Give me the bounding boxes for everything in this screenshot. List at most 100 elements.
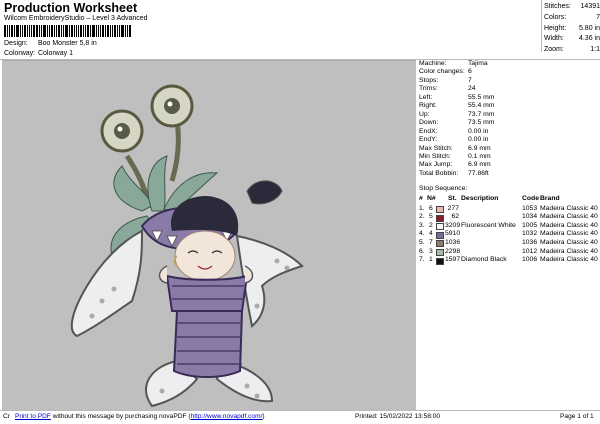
row-num: 6. — [419, 247, 425, 255]
row-code: 1034 — [522, 213, 538, 221]
novapdf-link[interactable]: http://www.novapdf.com/ — [191, 413, 263, 420]
stat-row: Colors: 7 — [544, 13, 600, 24]
barcode-bar — [7, 25, 8, 37]
barcode-bar — [127, 25, 128, 37]
row-code: 1036 — [522, 238, 538, 246]
col-desc: Description — [461, 195, 499, 202]
barcode-bar — [83, 25, 84, 37]
stat-label: Colors: — [544, 13, 567, 21]
print-to-pdf-link[interactable]: Print to PDF — [15, 413, 51, 420]
stat-label: Stitches: — [544, 3, 571, 10]
barcode-bar — [39, 25, 40, 37]
stat-row: Zoom: 1:1 — [544, 45, 600, 56]
row-st: 1036 — [445, 238, 461, 246]
machine-info-row: Color changes: 6 — [419, 68, 494, 76]
row-n: 2 — [429, 221, 433, 229]
row-n: 5 — [429, 213, 433, 221]
row-desc: Diamond Black — [461, 256, 507, 264]
barcode-bar — [22, 25, 23, 37]
machine-info-row: Min Stitch: 0.1 mm — [419, 153, 494, 161]
barcode-bar — [58, 25, 60, 37]
row-num: 4. — [419, 230, 425, 238]
machine-info-row: Down: 73.5 mm — [419, 119, 494, 127]
row-brand: Madeira Classic 40 — [540, 221, 598, 229]
row-brand: Madeira Classic 40 — [540, 256, 598, 264]
col-code: Code — [522, 195, 539, 202]
barcode-bar — [114, 25, 116, 37]
barcode-bar — [76, 25, 77, 37]
stat-label: Width: — [544, 35, 564, 43]
info-value: 55.4 mm — [468, 102, 495, 110]
row-st: 3209 — [445, 221, 461, 229]
footer-message: Print to PDF without this message by pur… — [15, 413, 265, 420]
info-label: Up: — [419, 110, 430, 118]
stop-sequence-header: # N# St. Description Code Brand — [419, 195, 599, 204]
stop-sequence-row: 7. 1 1597 Diamond Black 1006 Madeira Classic … — [419, 256, 599, 265]
colorway-label: Colorway: — [4, 50, 36, 57]
info-value: 77.86ft — [468, 169, 489, 177]
barcode-bar — [96, 25, 97, 37]
design-value: Boo Monster 5,8 in — [37, 40, 97, 47]
machine-info-row: Max Stitch: 6.9 mm — [419, 145, 494, 153]
machine-info-row: Max Jump: 6.9 mm — [419, 161, 494, 169]
info-label: Total Bobbin: — [419, 169, 459, 177]
row-brand: Madeira Classic 40 — [540, 213, 598, 221]
barcode-bar — [112, 25, 113, 37]
color-swatch — [436, 223, 444, 231]
col-st: St. — [448, 195, 457, 202]
stop-sequence-row: 6. 3 2298 1012 Madeira Classic 40 — [419, 247, 599, 256]
design-preview — [2, 60, 416, 411]
info-value: 73.5 mm — [468, 119, 495, 127]
barcode-bar — [98, 25, 99, 37]
info-label: Stops: — [419, 76, 439, 84]
stat-label: Height: — [544, 24, 567, 32]
row-n: 7 — [429, 238, 433, 246]
info-value: 0.00 in — [468, 127, 489, 135]
stop-sequence-row: 5. 7 1036 1036 Madeira Classic 40 — [419, 239, 599, 248]
machine-info-row: Right: 55.4 mm — [419, 102, 494, 110]
stat-row: Stitches: 14391 — [544, 2, 600, 13]
barcode-bar — [49, 25, 50, 37]
row-st: 277 — [447, 204, 459, 212]
barcode-bar — [105, 25, 106, 37]
row-st: 2298 — [445, 247, 461, 255]
stop-sequence-row: 2. 5 62 1034 Madeira Classic 40 — [419, 213, 599, 222]
barcode-bar — [54, 25, 55, 37]
row-n: 6 — [429, 204, 433, 212]
design-label: Design: — [4, 40, 28, 47]
row-code: 1032 — [522, 230, 538, 238]
machine-info-row: Stops: 7 — [419, 77, 494, 85]
row-num: 7. — [419, 256, 425, 264]
info-label: EndY: — [419, 136, 438, 144]
barcode-bar — [65, 25, 68, 37]
barcode-bar — [36, 25, 38, 37]
color-swatch — [436, 231, 444, 239]
barcode-bar — [29, 25, 30, 37]
barcode-bar — [43, 25, 46, 37]
barcode-bar — [87, 25, 89, 37]
row-brand: Madeira Classic 40 — [540, 204, 598, 212]
barcode-bar — [85, 25, 86, 37]
barcode-bar — [121, 25, 124, 37]
row-code: 1006 — [522, 256, 538, 264]
barcode-bar — [9, 25, 10, 37]
stop-sequence-row: 1. 6 277 1053 Madeira Classic 40 — [419, 204, 599, 213]
info-value: 55.5 mm — [468, 93, 495, 101]
page-number: Page 1 of 1 — [560, 413, 594, 420]
row-st: 5910 — [445, 230, 461, 238]
barcode-bar — [61, 25, 62, 37]
row-brand: Madeira Classic 40 — [540, 238, 598, 246]
barcode-bar — [129, 25, 131, 37]
info-label: Max Jump: — [419, 161, 453, 169]
row-n: 3 — [429, 247, 433, 255]
embroidery-design-image — [70, 84, 304, 408]
color-swatch — [436, 249, 444, 256]
stop-sequence-row: 3. 2 3209 Fluorescent White 1005 Madeira Clas… — [419, 222, 599, 231]
machine-info: Machine: Tajima Color changes: 6 Stops: 7 Trim… — [419, 60, 494, 178]
barcode-bar — [41, 25, 42, 37]
info-value: 6.9 mm — [468, 161, 491, 169]
stop-sequence-title: Stop Sequence: — [419, 185, 468, 192]
colorway-row: Colorway: Colorway 1 — [4, 50, 73, 57]
stat-label: Zoom: — [544, 46, 564, 54]
color-swatch — [436, 214, 444, 222]
